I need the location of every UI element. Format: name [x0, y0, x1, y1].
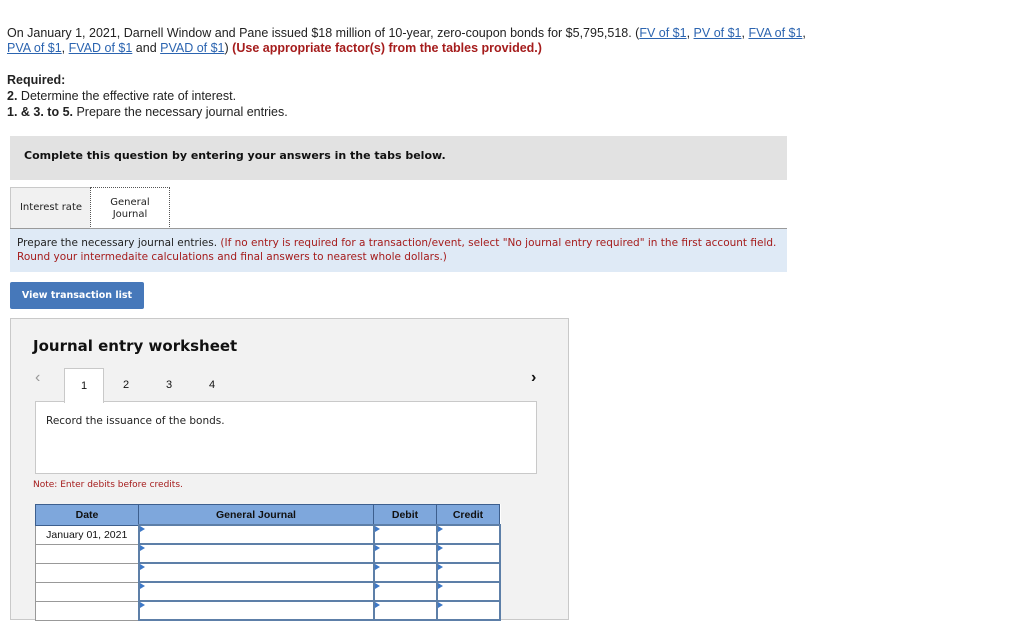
journal-instructions: Prepare the necessary journal entries. (… — [10, 229, 787, 272]
debit-input[interactable] — [372, 524, 438, 545]
debit-input[interactable] — [372, 543, 438, 564]
column-header-debit: Debit — [373, 504, 437, 526]
link-fvad-of-1[interactable]: FVAD of $1 — [69, 41, 133, 55]
chevron-right-icon[interactable]: › — [531, 369, 536, 387]
link-pvad-of-1[interactable]: PVAD of $1 — [160, 41, 224, 55]
instruction-banner: Complete this question by entering your … — [10, 136, 787, 180]
worksheet-page-2[interactable]: 2 — [107, 368, 145, 401]
journal-table: Date General Journal Debit Credit Januar… — [35, 504, 501, 621]
table-row — [35, 543, 501, 564]
credit-input[interactable] — [435, 600, 501, 621]
required-item-1-3-5: 1. & 3. to 5. Prepare the necessary jour… — [7, 105, 288, 119]
tab-interest-rate[interactable]: Interest rate — [10, 187, 92, 228]
account-input[interactable] — [137, 600, 375, 621]
date-cell: January 01, 2021 — [35, 524, 139, 545]
debits-credits-note: Note: Enter debits before credits. — [33, 480, 183, 490]
credit-input[interactable] — [435, 581, 501, 602]
problem-statement: On January 1, 2021, Darnell Window and P… — [7, 26, 806, 55]
worksheet-page-4[interactable]: 4 — [193, 368, 231, 401]
debit-input[interactable] — [372, 600, 438, 621]
date-cell — [35, 581, 139, 602]
date-cell — [35, 543, 139, 564]
account-input[interactable] — [137, 581, 375, 602]
credit-input[interactable] — [435, 562, 501, 583]
link-fv-of-1[interactable]: FV of $1 — [639, 26, 686, 40]
link-pva-of-1[interactable]: PVA of $1 — [7, 41, 62, 55]
date-cell — [35, 562, 139, 583]
account-input[interactable] — [137, 524, 375, 545]
factor-instruction: (Use appropriate factor(s) from the tabl… — [232, 41, 542, 55]
link-pv-of-1[interactable]: PV of $1 — [694, 26, 742, 40]
table-row — [35, 600, 501, 621]
date-cell — [35, 600, 139, 621]
tab-general-journal[interactable]: General Journal — [90, 187, 170, 229]
credit-input[interactable] — [435, 543, 501, 564]
account-input[interactable] — [137, 543, 375, 564]
table-row: January 01, 2021 — [35, 524, 501, 545]
worksheet-title: Journal entry worksheet — [33, 337, 238, 355]
account-input[interactable] — [137, 562, 375, 583]
table-row — [35, 562, 501, 583]
credit-input[interactable] — [435, 524, 501, 545]
column-header-credit: Credit — [436, 504, 500, 526]
view-transaction-list-button[interactable]: View transaction list — [10, 282, 144, 309]
required-item-2: 2. Determine the effective rate of inter… — [7, 89, 237, 103]
link-fva-of-1[interactable]: FVA of $1 — [748, 26, 802, 40]
entry-description-box: Record the issuance of the bonds. — [35, 401, 537, 474]
table-row — [35, 581, 501, 602]
journal-entry-worksheet: Journal entry worksheet ‹ 1 2 3 4 › Reco… — [10, 318, 569, 621]
column-header-general-journal: General Journal — [138, 504, 374, 526]
debit-input[interactable] — [372, 562, 438, 583]
required-section: Required: 2. Determine the effective rat… — [7, 72, 288, 120]
column-header-date: Date — [35, 504, 139, 526]
worksheet-page-3[interactable]: 3 — [150, 368, 188, 401]
worksheet-page-1[interactable]: 1 — [64, 368, 104, 403]
required-heading: Required: — [7, 73, 66, 87]
debit-input[interactable] — [372, 581, 438, 602]
chevron-left-icon[interactable]: ‹ — [35, 369, 40, 387]
